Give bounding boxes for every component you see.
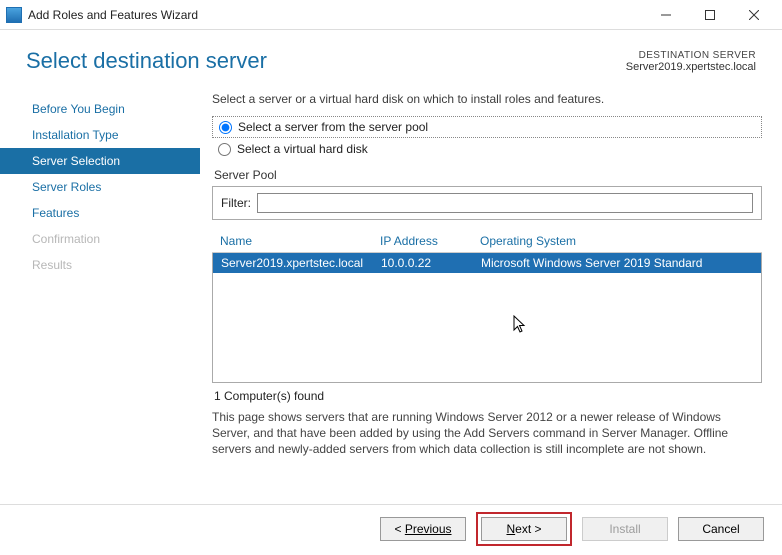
filter-bar: Filter: [212, 186, 762, 220]
destination-name: Server2019.xpertstec.local [626, 61, 756, 73]
instruction-text: Select a server or a virtual hard disk o… [212, 92, 762, 106]
install-button: Install [582, 517, 668, 541]
sidebar-item-server-selection[interactable]: Server Selection [0, 148, 200, 174]
maximize-button[interactable] [688, 1, 732, 29]
radio-vhd-input[interactable] [218, 143, 231, 156]
radio-group-source: Select a server from the server pool [212, 116, 762, 138]
footer-note: This page shows servers that are running… [212, 409, 762, 458]
close-icon [749, 10, 759, 20]
app-icon [6, 7, 22, 23]
server-table: Server2019.xpertstec.local 10.0.0.22 Mic… [212, 253, 762, 383]
filter-input[interactable] [257, 193, 753, 213]
titlebar: Add Roles and Features Wizard [0, 0, 782, 30]
minimize-button[interactable] [644, 1, 688, 29]
previous-button[interactable]: < Previous [380, 517, 466, 541]
destination-block: DESTINATION SERVER Server2019.xpertstec.… [626, 48, 756, 74]
cell-ip: 10.0.0.22 [381, 256, 481, 270]
destination-label: DESTINATION SERVER [626, 50, 756, 61]
sidebar-item-features[interactable]: Features [0, 200, 200, 226]
radio-server-pool-label: Select a server from the server pool [238, 120, 428, 134]
radio-vhd-label: Select a virtual hard disk [237, 142, 368, 156]
previous-label: Previous [405, 522, 452, 536]
filter-label: Filter: [221, 196, 251, 210]
header: Select destination server DESTINATION SE… [0, 30, 782, 90]
close-button[interactable] [732, 1, 776, 29]
col-header-ip[interactable]: IP Address [380, 234, 480, 248]
table-header: Name IP Address Operating System [212, 230, 762, 253]
table-row[interactable]: Server2019.xpertstec.local 10.0.0.22 Mic… [213, 253, 761, 273]
sidebar-item-server-roles[interactable]: Server Roles [0, 174, 200, 200]
computers-found: 1 Computer(s) found [214, 389, 762, 403]
sidebar-item-before-you-begin[interactable]: Before You Begin [0, 96, 200, 122]
cell-name: Server2019.xpertstec.local [221, 256, 381, 270]
main-panel: Select a server or a virtual hard disk o… [200, 90, 782, 504]
footer: < Previous Next > Install Cancel [0, 504, 782, 555]
cell-os: Microsoft Windows Server 2019 Standard [481, 256, 753, 270]
radio-server-pool-input[interactable] [219, 121, 232, 134]
radio-server-pool[interactable]: Select a server from the server pool [219, 119, 755, 135]
radio-vhd[interactable]: Select a virtual hard disk [212, 140, 762, 164]
cancel-button[interactable]: Cancel [678, 517, 764, 541]
col-header-name[interactable]: Name [220, 234, 380, 248]
minimize-icon [661, 10, 671, 20]
next-button[interactable]: Next > [481, 517, 567, 541]
maximize-icon [705, 10, 715, 20]
window-title: Add Roles and Features Wizard [28, 8, 198, 22]
col-header-os[interactable]: Operating System [480, 234, 754, 248]
server-pool-label: Server Pool [214, 168, 762, 182]
sidebar-item-results: Results [0, 252, 200, 278]
sidebar-item-installation-type[interactable]: Installation Type [0, 122, 200, 148]
sidebar: Before You Begin Installation Type Serve… [0, 90, 200, 504]
cursor-icon [513, 315, 529, 335]
next-highlight: Next > [476, 512, 572, 546]
page-title: Select destination server [26, 48, 626, 74]
sidebar-item-confirmation: Confirmation [0, 226, 200, 252]
